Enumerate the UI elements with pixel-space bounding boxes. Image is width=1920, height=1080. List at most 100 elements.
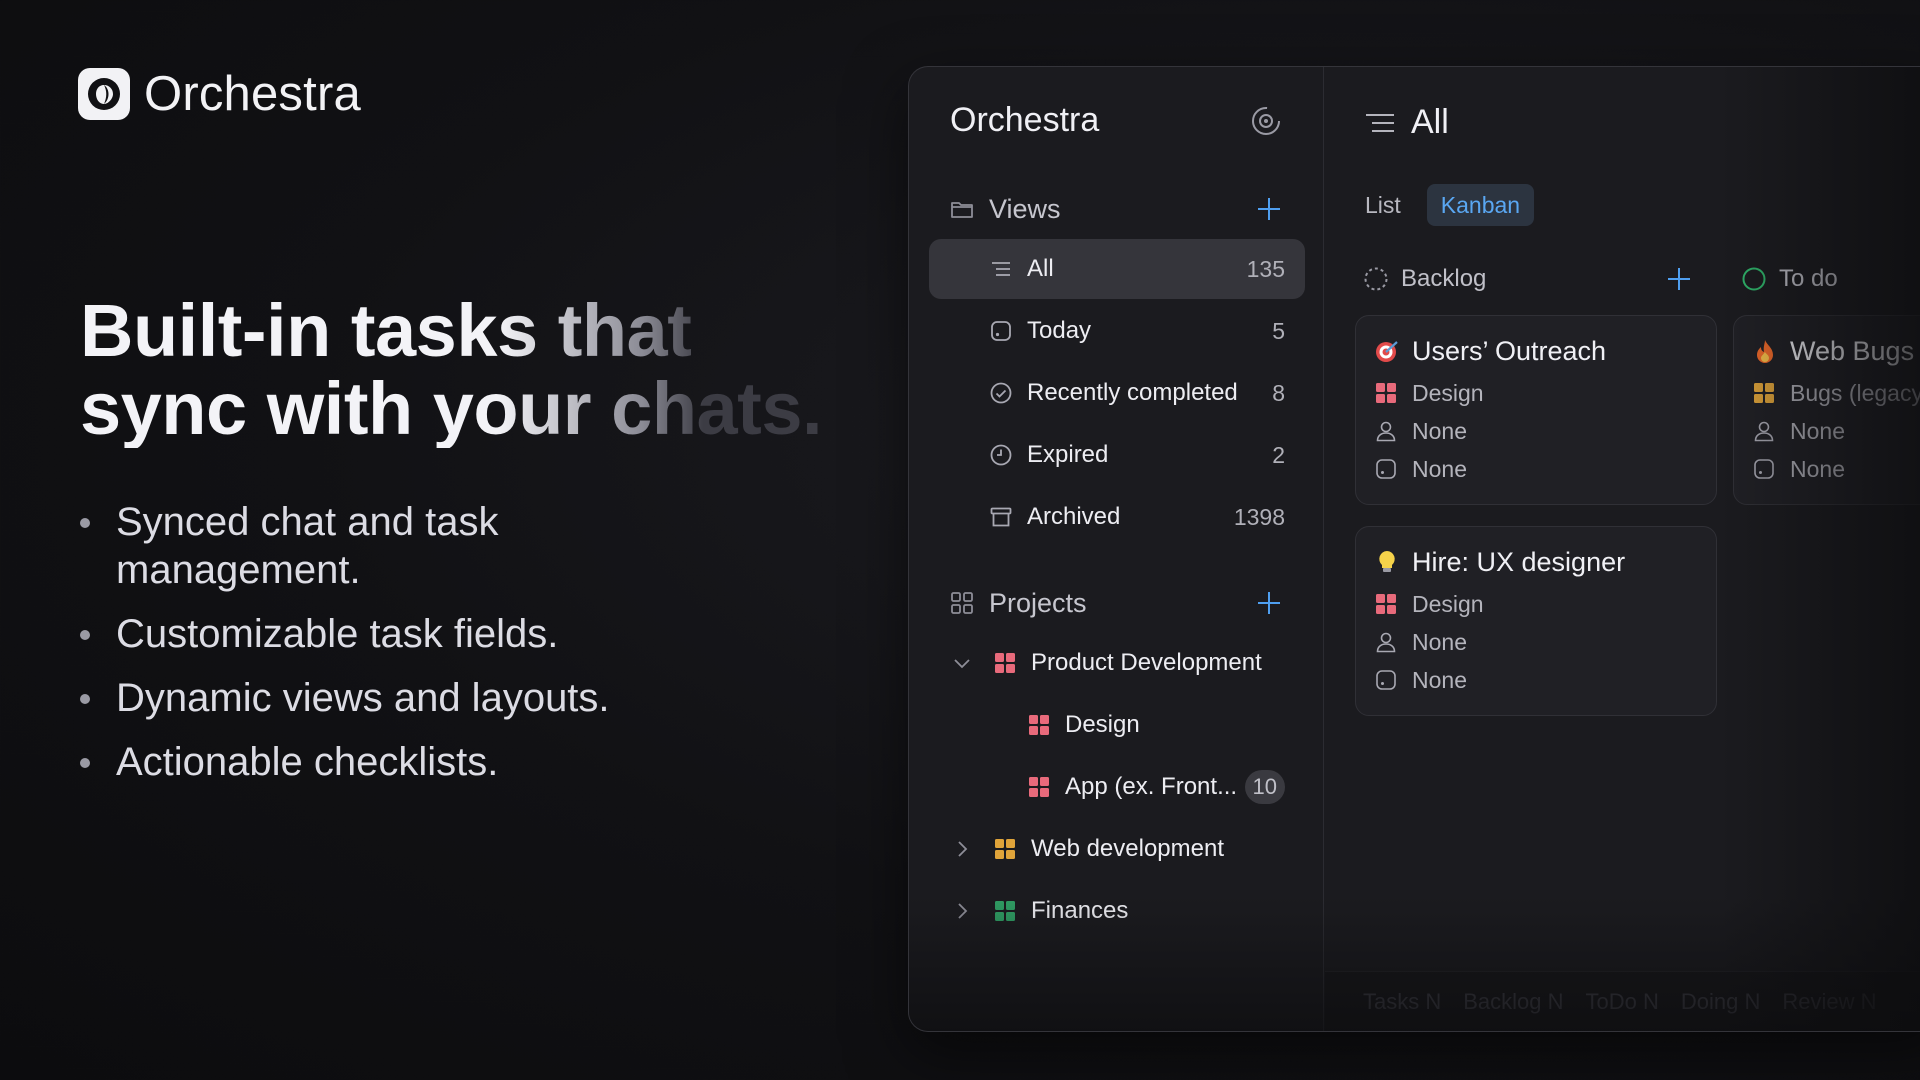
tab-kanban[interactable]: Kanban xyxy=(1426,184,1535,226)
calendar-icon xyxy=(1376,459,1396,479)
task-title-row: Users’ Outreach xyxy=(1374,332,1698,370)
chevron-right-icon[interactable] xyxy=(951,838,973,860)
feature-item: Customizable task fields. xyxy=(80,610,700,658)
add-project-button[interactable] xyxy=(1255,589,1283,617)
task-project: Bugs (legacy) xyxy=(1790,379,1920,406)
chevron-down-icon[interactable] xyxy=(951,652,973,674)
folder-icon xyxy=(951,202,973,218)
feature-item: Actionable checklists. xyxy=(80,738,700,786)
list-icon xyxy=(1366,113,1394,132)
feature-list: Synced chat and task management. Customi… xyxy=(80,498,700,802)
user-icon xyxy=(1376,421,1396,442)
task-date-row: None xyxy=(1752,450,1920,488)
view-title: All xyxy=(1411,103,1449,141)
views-label: Views xyxy=(989,193,1061,224)
calendar-icon xyxy=(1376,670,1396,690)
project-label: App (ex. Front... xyxy=(1065,773,1238,800)
workspace-title: Orchestra xyxy=(950,101,1100,139)
project-grid-icon xyxy=(1029,777,1049,797)
task-date: None xyxy=(1790,455,1845,482)
user-icon xyxy=(1754,421,1774,442)
target-icon xyxy=(1376,341,1398,362)
status-count: Backlog N xyxy=(1463,988,1564,1014)
column-header-backlog: Backlog xyxy=(1363,259,1693,299)
task-date-row: None xyxy=(1374,661,1698,699)
project-label: Product Development xyxy=(1031,649,1262,676)
add-task-button[interactable] xyxy=(1665,265,1693,293)
calendar-icon xyxy=(1754,459,1774,479)
task-title: Hire: UX designer xyxy=(1412,546,1626,577)
project-grid-icon xyxy=(1029,715,1049,735)
task-assignee-row: None xyxy=(1374,412,1698,450)
sync-icon[interactable] xyxy=(1249,104,1283,138)
view-item-count: 8 xyxy=(1272,379,1285,406)
view-item-all[interactable]: All 135 xyxy=(929,239,1305,299)
view-item-count: 5 xyxy=(1272,317,1285,344)
task-title: Web Bugs xyxy=(1790,335,1915,366)
task-assignee: None xyxy=(1412,628,1467,655)
clock-icon xyxy=(990,444,1012,466)
project-item-app[interactable]: App (ex. Front... 10 xyxy=(929,757,1305,817)
view-item-label: All xyxy=(1027,255,1054,282)
app-window: Orchestra Views All 135 Today 5 Recently… xyxy=(908,66,1920,1032)
grid-icon xyxy=(951,592,973,614)
tab-list[interactable]: List xyxy=(1351,184,1415,226)
status-count: Review N xyxy=(1782,988,1877,1014)
project-grid-icon xyxy=(1376,594,1396,614)
view-item-count: 1398 xyxy=(1233,503,1285,530)
project-label: Web development xyxy=(1031,835,1225,862)
fire-icon xyxy=(1757,340,1773,363)
status-count: Tasks N xyxy=(1363,988,1442,1014)
project-item-product-development[interactable]: Product Development xyxy=(929,633,1305,693)
project-label: Design xyxy=(1065,711,1140,738)
status-count: ToDo N xyxy=(1585,988,1659,1014)
task-assignee: None xyxy=(1412,417,1467,444)
task-title-row: Web Bugs xyxy=(1752,332,1920,370)
task-card[interactable]: Hire: UX designer Design None None xyxy=(1355,526,1717,716)
view-item-expired[interactable]: Expired 2 xyxy=(929,425,1305,485)
views-section-header: Views xyxy=(949,189,1283,229)
project-count-badge: 10 xyxy=(1244,770,1285,804)
backlog-status-icon xyxy=(1364,267,1388,291)
view-item-label: Archived xyxy=(1027,503,1121,530)
project-item-web-development[interactable]: Web development xyxy=(929,819,1305,879)
project-grid-icon xyxy=(1754,383,1774,403)
task-card[interactable]: Web Bugs Bugs (legacy) None None xyxy=(1733,315,1920,505)
view-item-archived[interactable]: Archived 1398 xyxy=(929,487,1305,547)
task-project-row: Bugs (legacy) xyxy=(1752,374,1920,412)
feature-item: Dynamic views and layouts. xyxy=(80,674,700,722)
status-count: Doing N xyxy=(1680,988,1761,1014)
main-header: All xyxy=(1363,103,1449,142)
view-item-label: Today xyxy=(1027,317,1092,344)
user-icon xyxy=(1376,632,1396,653)
calendar-today-icon xyxy=(991,321,1011,341)
project-grid-icon xyxy=(995,901,1015,921)
project-label: Finances xyxy=(1031,897,1129,924)
project-item-finances[interactable]: Finances xyxy=(929,881,1305,941)
task-title: Users’ Outreach xyxy=(1412,335,1607,366)
column-header-todo: To do xyxy=(1741,259,1920,299)
project-grid-icon xyxy=(1376,383,1396,403)
sidebar-header: Orchestra xyxy=(950,101,1283,140)
view-item-label: Recently completed xyxy=(1027,379,1238,406)
main-panel: All List Kanban Backlog Users’ Outreach … xyxy=(1325,67,1920,1031)
check-circle-icon xyxy=(990,382,1012,404)
todo-status-icon xyxy=(1742,267,1766,291)
view-item-count: 135 xyxy=(1246,255,1285,282)
task-date: None xyxy=(1412,666,1467,693)
view-item-label: Expired xyxy=(1027,441,1109,468)
add-view-button[interactable] xyxy=(1255,195,1283,223)
archive-icon xyxy=(990,507,1012,527)
chevron-right-icon[interactable] xyxy=(951,900,973,922)
task-project: Design xyxy=(1412,379,1484,406)
feature-item: Synced chat and task management. xyxy=(80,498,700,594)
project-item-design[interactable]: Design xyxy=(929,695,1305,755)
task-card[interactable]: Users’ Outreach Design None None xyxy=(1355,315,1717,505)
project-grid-icon xyxy=(995,653,1015,673)
column-label: Backlog xyxy=(1401,265,1487,292)
task-project-row: Design xyxy=(1374,585,1698,623)
view-item-today[interactable]: Today 5 xyxy=(929,301,1305,361)
view-item-recently-completed[interactable]: Recently completed 8 xyxy=(929,363,1305,423)
task-project: Design xyxy=(1412,590,1484,617)
brand-name: Orchestra xyxy=(144,67,361,121)
